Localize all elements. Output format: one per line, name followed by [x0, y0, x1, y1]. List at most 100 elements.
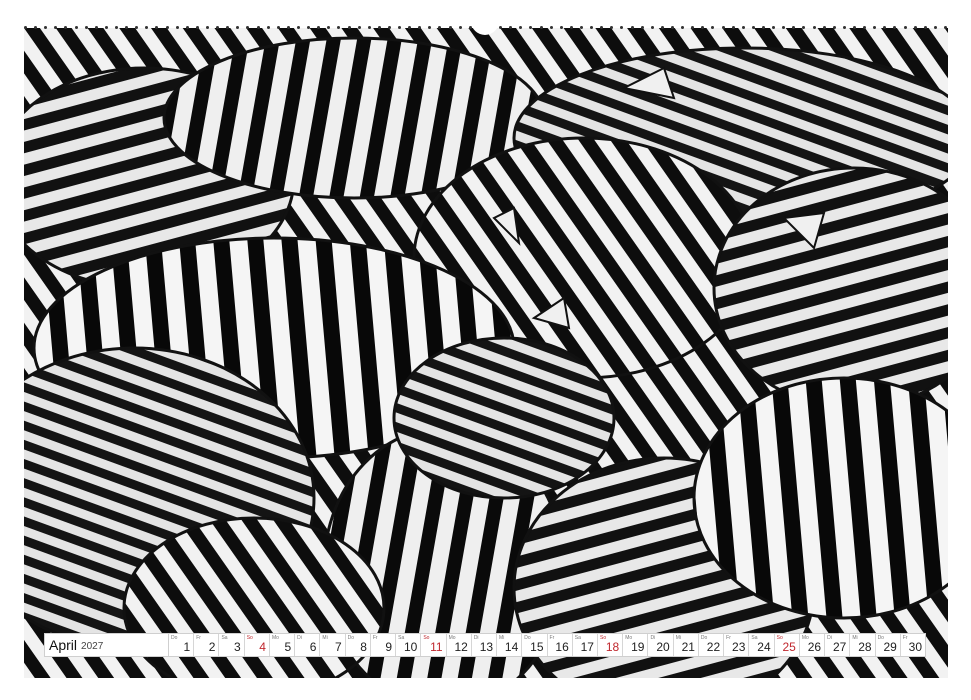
spiral-hole: [357, 25, 361, 29]
spiral-hole: [377, 25, 381, 29]
spiral-hole: [721, 25, 725, 29]
day-cell: Mo 12: [447, 634, 472, 656]
day-number: 26: [807, 640, 822, 654]
spiral-hole: [883, 25, 887, 29]
spiral-hole: [761, 25, 765, 29]
spiral-hole: [610, 25, 614, 29]
day-cell: Mi 7: [320, 634, 346, 656]
spiral-hole: [822, 25, 826, 29]
spiral-hole: [681, 25, 685, 29]
spiral-hole: [125, 25, 129, 29]
spiral-hole: [135, 25, 139, 29]
spiral-hole: [205, 25, 209, 29]
day-cell: Mi 28: [850, 634, 876, 656]
day-cell: Mi 21: [674, 634, 699, 656]
day-number: 16: [555, 640, 569, 654]
spiral-hole: [398, 25, 402, 29]
day-number: 4: [259, 640, 266, 654]
day-number: 2: [208, 640, 216, 654]
spiral-hole: [913, 25, 917, 29]
spiral-hole: [438, 25, 442, 29]
day-number: 19: [631, 640, 645, 654]
day-number: 11: [430, 640, 443, 654]
day-cell: Sa 10: [396, 634, 422, 656]
spiral-hole: [873, 25, 877, 29]
spiral-hole: [296, 25, 300, 29]
day-cell: Di 6: [295, 634, 321, 656]
day-cell: Do 1: [169, 634, 195, 656]
spiral-hole: [630, 25, 634, 29]
day-number: 7: [334, 640, 342, 654]
weekday-label: Mi: [675, 635, 681, 641]
day-cell: Mo 5: [270, 634, 296, 656]
day-cell: Sa 17: [573, 634, 598, 656]
spiral-hole: [802, 25, 806, 29]
day-cell: Sa 3: [219, 634, 245, 656]
day-number: 10: [403, 640, 418, 654]
day-cell: Mo 26: [800, 634, 826, 656]
spiral-hole: [782, 25, 786, 29]
spiral-hole: [54, 25, 58, 29]
year-label: 2027: [81, 640, 104, 652]
spiral-hole: [842, 25, 846, 29]
spiral-hole: [327, 25, 331, 29]
weekday-label: Fr: [196, 635, 201, 641]
day-cell: So 4: [245, 634, 270, 656]
spiral-hole: [863, 25, 867, 29]
spiral-hole: [559, 25, 563, 29]
spiral-hole: [74, 25, 78, 29]
day-number: 13: [479, 640, 494, 654]
weekday-label: Sa: [221, 635, 228, 641]
spiral-hole: [276, 25, 280, 29]
spiral-hole: [317, 25, 321, 29]
spiral-hole: [347, 25, 351, 29]
spiral-hole: [549, 25, 553, 29]
spiral-hole: [590, 25, 594, 29]
spiral-hole: [165, 25, 169, 29]
day-number: 30: [908, 640, 923, 654]
spiral-hole: [832, 25, 836, 29]
spiral-hole: [741, 25, 745, 29]
day-cell: Di 27: [825, 634, 851, 656]
spiral-hole: [408, 25, 412, 29]
spiral-hole: [387, 25, 391, 29]
spiral-hole: [185, 25, 189, 29]
day-cell: Fr 30: [901, 634, 925, 656]
day-cell: So 18: [598, 634, 624, 656]
day-cell: Mo 19: [623, 634, 649, 656]
spiral-hole: [286, 25, 290, 29]
spiral-hole: [458, 25, 462, 29]
day-number: 5: [284, 640, 292, 654]
weekday-label: Mi: [322, 635, 328, 641]
spiral-hole: [711, 25, 715, 29]
day-number: 25: [782, 640, 796, 654]
spiral-hole: [114, 25, 118, 29]
day-cell: Do 15: [522, 634, 548, 656]
day-number: 14: [504, 640, 519, 654]
weekday-label: Di: [827, 635, 832, 641]
spiral-hole: [893, 25, 897, 29]
day-number: 18: [605, 640, 620, 654]
day-cell: Do 29: [876, 634, 901, 656]
spiral-hole: [852, 25, 856, 29]
spiral-hole: [933, 25, 937, 29]
day-number: 29: [883, 640, 897, 654]
spiral-hole: [226, 25, 230, 29]
spiral-hole: [104, 25, 108, 29]
day-number: 28: [858, 640, 872, 654]
spiral-hole: [943, 25, 947, 29]
day-number: 22: [706, 640, 721, 654]
spiral-hole: [620, 25, 624, 29]
spiral-hole: [175, 25, 179, 29]
day-cell: Sa 24: [749, 634, 775, 656]
spiral-hole: [529, 25, 533, 29]
day-cell: Do 22: [699, 634, 725, 656]
day-number: 20: [656, 640, 670, 654]
spiral-hole: [24, 25, 27, 29]
weekday-label: So: [246, 635, 253, 641]
day-cell: So 11: [421, 634, 447, 656]
spiral-hole: [418, 25, 422, 29]
day-number: 8: [360, 640, 367, 654]
zebra-herd-photo: [24, 28, 948, 678]
day-cell: Do 8: [346, 634, 371, 656]
